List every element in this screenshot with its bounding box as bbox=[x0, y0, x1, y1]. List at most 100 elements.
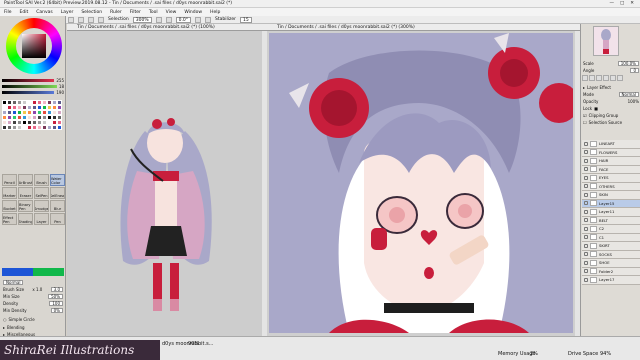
layer-row[interactable]: Layer15 bbox=[582, 199, 640, 208]
visibility-icon[interactable] bbox=[584, 201, 588, 206]
visibility-icon[interactable] bbox=[584, 158, 588, 163]
blending-label[interactable]: Blending bbox=[7, 325, 25, 330]
checkbox-icon[interactable]: ☐ bbox=[583, 120, 587, 125]
selection-source-row[interactable]: ☐ Selection Source bbox=[582, 119, 640, 125]
color-wheel[interactable] bbox=[6, 18, 62, 74]
redo-icon[interactable] bbox=[78, 16, 84, 23]
layer-effect-label[interactable]: Layer Effect bbox=[587, 85, 611, 90]
layer-row[interactable]: SOCKS bbox=[582, 250, 640, 259]
zoom-in-icon[interactable] bbox=[165, 16, 172, 23]
blend-mode-select[interactable]: Normal bbox=[3, 279, 24, 285]
menu-tool[interactable]: Tool bbox=[149, 10, 158, 15]
tool-button[interactable]: Marker bbox=[2, 187, 17, 199]
angle-field[interactable]: 0.0° bbox=[175, 16, 192, 23]
min-density-value[interactable]: 0% bbox=[50, 307, 63, 313]
tool-button[interactable]: Blur bbox=[50, 200, 65, 212]
brush-size-value[interactable]: 3.0 bbox=[50, 286, 63, 292]
layer-row[interactable]: C2 bbox=[582, 225, 640, 234]
layer-row[interactable]: FLOWERS bbox=[582, 148, 640, 157]
color-swatch[interactable] bbox=[57, 125, 62, 130]
zoom-out-icon[interactable] bbox=[155, 16, 162, 23]
layer-row[interactable]: OTHERS bbox=[582, 182, 640, 191]
tool-button[interactable]: Shading bbox=[18, 213, 33, 225]
visibility-icon[interactable] bbox=[584, 269, 588, 274]
visibility-icon[interactable] bbox=[584, 235, 588, 240]
brush-size-row[interactable]: Brush Size x 1.0 3.0 bbox=[2, 286, 64, 292]
color-slider-bar[interactable] bbox=[2, 91, 55, 94]
min-size-row[interactable]: Min Size 50% bbox=[2, 293, 64, 299]
swatch-palette[interactable] bbox=[2, 100, 62, 130]
merge-layer-icon[interactable] bbox=[603, 75, 609, 81]
scale-row[interactable]: Scale 100.0% bbox=[582, 60, 640, 66]
simple-circle-label[interactable]: Simple Circle bbox=[9, 317, 35, 322]
undo-icon[interactable] bbox=[68, 16, 74, 23]
artwork-zoomed[interactable] bbox=[269, 33, 573, 333]
tool-button[interactable]: Brush bbox=[34, 174, 49, 186]
visibility-icon[interactable] bbox=[584, 150, 588, 155]
visibility-icon[interactable] bbox=[584, 175, 588, 180]
minimize-icon[interactable]: — bbox=[609, 1, 614, 6]
canvas-tab-full[interactable]: Tin / Documents / .sai files / d0ys moon… bbox=[67, 24, 267, 31]
new-folder-icon[interactable] bbox=[589, 75, 595, 81]
delete-layer-icon[interactable] bbox=[617, 75, 623, 81]
color-slider-bar[interactable] bbox=[2, 79, 55, 82]
artwork-full[interactable] bbox=[67, 31, 262, 336]
tool-button[interactable]: AirBrush bbox=[18, 174, 33, 186]
tool-button[interactable]: Water Color bbox=[50, 174, 65, 186]
clear-layer-icon[interactable] bbox=[610, 75, 616, 81]
menu-file[interactable]: File bbox=[4, 10, 12, 15]
invert-selection-icon[interactable] bbox=[98, 16, 104, 23]
min-size-value[interactable]: 50% bbox=[48, 293, 63, 299]
layer-row[interactable]: FACE bbox=[582, 165, 640, 174]
simple-circle-row[interactable]: ○ Simple Circle bbox=[2, 316, 64, 322]
visibility-icon[interactable] bbox=[584, 277, 588, 282]
visibility-icon[interactable] bbox=[584, 226, 588, 231]
menu-help[interactable]: Help bbox=[210, 10, 220, 15]
layer-effect-section[interactable]: ▸ Layer Effect bbox=[582, 84, 640, 90]
layer-row[interactable]: SKIRT bbox=[582, 242, 640, 251]
stabilizer-field[interactable]: 15 bbox=[240, 16, 252, 23]
visibility-icon[interactable] bbox=[584, 167, 588, 172]
rotate-icon[interactable] bbox=[195, 16, 202, 23]
layer-opacity-row[interactable]: Opacity 100% bbox=[582, 98, 640, 104]
layer-mode-select[interactable]: Normal bbox=[618, 91, 639, 97]
layer-row[interactable]: SHOE bbox=[582, 259, 640, 268]
checkbox-icon[interactable]: ☑ bbox=[583, 113, 587, 118]
menu-filter[interactable]: Filter bbox=[130, 10, 141, 15]
angle-row[interactable]: Angle 0 bbox=[582, 67, 640, 73]
tool-button[interactable]: Layer bbox=[34, 213, 49, 225]
new-layer-icon[interactable] bbox=[582, 75, 588, 81]
menu-canvas[interactable]: Canvas bbox=[36, 10, 53, 15]
layer-row[interactable]: Folder2 bbox=[582, 267, 640, 276]
tool-button[interactable]: SelPen bbox=[34, 187, 49, 199]
layer-row[interactable]: C1 bbox=[582, 233, 640, 242]
visibility-icon[interactable] bbox=[584, 260, 588, 265]
visibility-icon[interactable] bbox=[584, 192, 588, 197]
current-color-strip[interactable] bbox=[2, 268, 64, 276]
tool-button[interactable]: Smudge bbox=[34, 200, 49, 212]
visibility-icon[interactable] bbox=[584, 252, 588, 257]
layer-row[interactable]: EYES bbox=[582, 174, 640, 183]
clipping-group-row[interactable]: ☑ Clipping Group bbox=[582, 112, 640, 118]
menu-window[interactable]: Window bbox=[184, 10, 202, 15]
layer-row[interactable]: Layer11 bbox=[582, 208, 640, 217]
tool-button[interactable]: Bucket bbox=[2, 200, 17, 212]
close-icon[interactable]: ✕ bbox=[630, 1, 634, 6]
saturation-value-square[interactable] bbox=[22, 34, 46, 58]
layer-mode-row[interactable]: Mode Normal bbox=[582, 91, 640, 97]
menu-selection[interactable]: Selection bbox=[81, 10, 102, 15]
maximize-icon[interactable]: □ bbox=[620, 1, 624, 6]
density-row[interactable]: Density 100 bbox=[2, 300, 64, 306]
blending-section[interactable]: ▸ Blending bbox=[2, 324, 64, 330]
flip-icon[interactable] bbox=[205, 16, 212, 23]
blend-mode-row[interactable]: Normal bbox=[2, 279, 64, 285]
scale-value[interactable]: 100.0% bbox=[617, 60, 639, 66]
zoom-field[interactable]: 300% bbox=[132, 16, 152, 23]
layer-row[interactable]: BELT bbox=[582, 216, 640, 225]
tool-button[interactable]: Effect Pen bbox=[2, 213, 17, 225]
visibility-icon[interactable] bbox=[584, 243, 588, 248]
color-slider-b[interactable]: 190 bbox=[2, 90, 64, 95]
menu-layer[interactable]: Layer bbox=[61, 10, 74, 15]
visibility-icon[interactable] bbox=[584, 141, 588, 146]
copy-layer-icon[interactable] bbox=[596, 75, 602, 81]
